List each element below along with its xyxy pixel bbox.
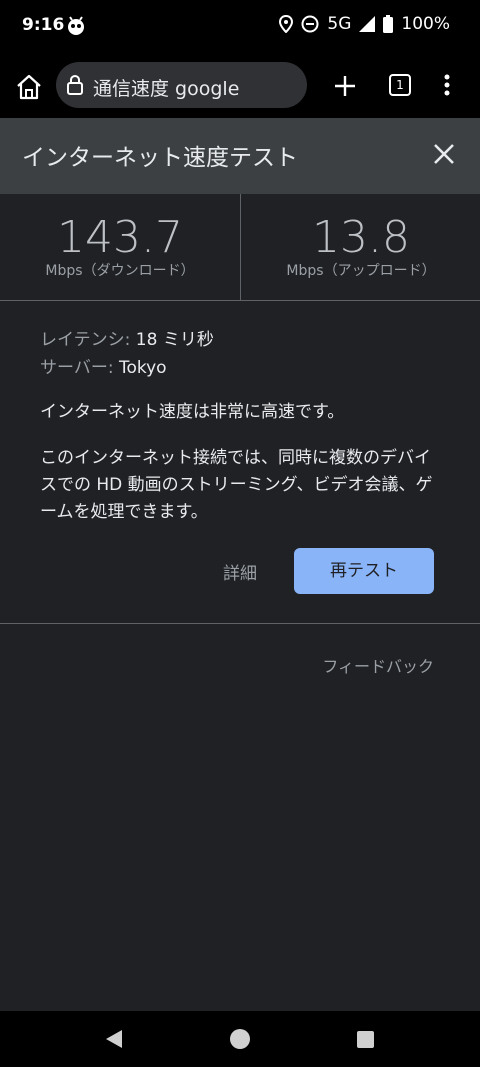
back-icon[interactable] <box>104 1029 124 1049</box>
server-key: サーバー: <box>40 358 114 378</box>
network-type: 5G <box>327 14 352 34</box>
signal-icon <box>359 16 376 32</box>
speed-results: 143.7 Mbps（ダウンロード） 13.8 Mbps（アップロード） <box>0 194 480 301</box>
speed-summary: インターネット速度は非常に高速です。 <box>40 402 345 422</box>
connection-info: レイテンシ: 18 ミリ秒 サーバー: Tokyo <box>40 326 460 382</box>
close-icon[interactable] <box>430 140 458 168</box>
latency-key: レイテンシ: <box>40 330 131 350</box>
upload-result: 13.8 Mbps（アップロード） <box>240 194 480 300</box>
tab-switcher-icon[interactable]: 1 <box>389 74 411 96</box>
retest-button[interactable]: 再テスト <box>294 548 434 594</box>
home-nav-icon[interactable] <box>230 1029 250 1049</box>
app-notification-icon <box>68 16 84 35</box>
battery-percent: 100% <box>401 14 450 34</box>
upload-value: 13.8 <box>312 212 410 263</box>
plus-icon[interactable] <box>331 72 359 100</box>
do-not-disturb-icon <box>301 15 319 33</box>
address-bar[interactable]: 通信速度 google <box>56 62 307 108</box>
latency-value: 18 ミリ秒 <box>130 330 214 350</box>
speed-description: このインターネット接続では、同時に複数のデバイスでの HD 動画のストリーミング… <box>40 448 433 522</box>
details-button[interactable]: 詳細 <box>223 559 257 584</box>
speedtest-header: インターネット速度テスト <box>0 118 480 194</box>
latency-line: レイテンシ: 18 ミリ秒 <box>40 326 460 354</box>
server-value: Tokyo <box>113 358 167 378</box>
upload-label: Mbps（アップロード） <box>286 263 436 279</box>
battery-icon <box>383 15 394 33</box>
download-result: 143.7 Mbps（ダウンロード） <box>0 194 240 300</box>
more-vert-icon[interactable] <box>438 70 456 100</box>
system-nav-bar <box>0 1011 480 1067</box>
location-icon <box>279 15 294 33</box>
recents-icon[interactable] <box>357 1031 374 1048</box>
download-label: Mbps（ダウンロード） <box>45 263 195 279</box>
divider <box>0 623 480 624</box>
lock-icon[interactable] <box>66 75 84 95</box>
speedtest-title: インターネット速度テスト <box>22 145 298 171</box>
home-icon[interactable] <box>14 72 44 102</box>
server-line: サーバー: Tokyo <box>40 354 460 382</box>
browser-toolbar: 通信速度 google 1 <box>0 52 480 118</box>
download-value: 143.7 <box>57 212 183 263</box>
status-time: 9:16 <box>22 15 65 35</box>
status-bar: 9:16 5G 100% <box>0 0 480 52</box>
address-text[interactable]: 通信速度 google <box>93 74 239 101</box>
feedback-link[interactable]: フィードバック <box>322 653 434 677</box>
